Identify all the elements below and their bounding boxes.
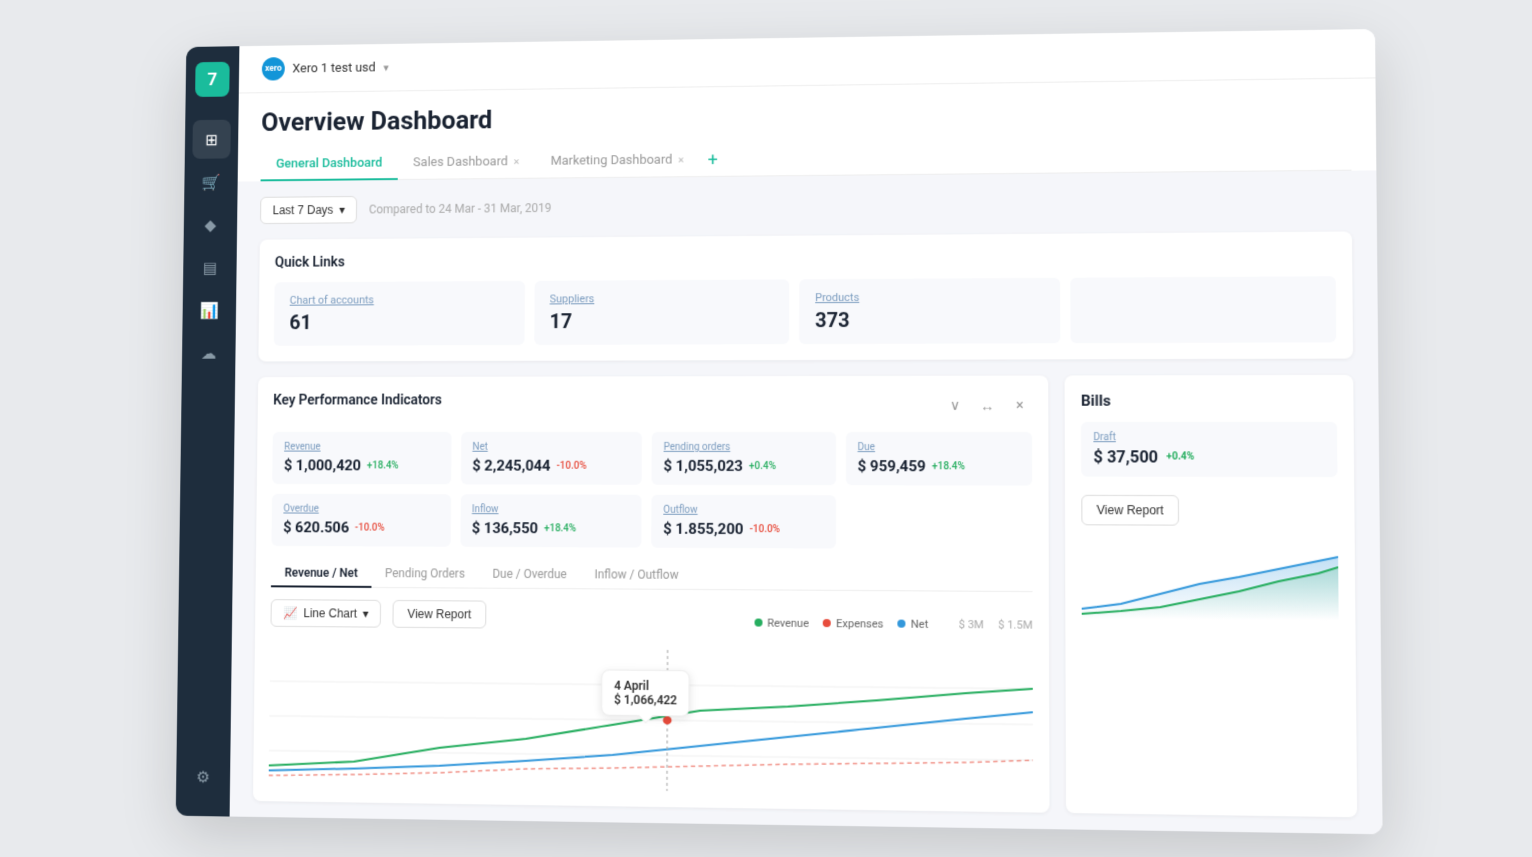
company-name: Xero 1 test usd [292,60,375,76]
date-range-label: Last 7 Days [273,203,334,217]
company-selector[interactable]: xero Xero 1 test usd ▾ [262,56,389,81]
date-range-button[interactable]: Last 7 Days ▾ [260,196,357,224]
kpi-pending-orders: Pending orders $ 1,055,023 +0.4% [652,432,836,485]
kpi-net: Net $ 2,245,044 -10.0% [460,432,641,485]
kpi-revenue: Revenue $ 1,000,420 +18.4% [272,432,451,484]
bills-mini-chart [1081,537,1338,620]
quick-link-products[interactable]: Products 373 [799,278,1060,344]
sidebar-item-inventory[interactable]: ▤ [191,248,230,287]
chart-controls: 📈 Line Chart ▾ View Report [270,599,485,628]
kpi-metrics-grid: Revenue $ 1,000,420 +18.4% Net $ 2,245,0… [271,432,1032,550]
kpi-title: Key Performance Indicators [273,393,442,409]
revenue-legend-dot [754,618,762,626]
kpi-section: Key Performance Indicators ∨ ↔ × Revenue… [253,376,1050,813]
close-marketing-tab-icon[interactable]: × [678,154,684,167]
page-title: Overview Dashboard [261,95,1351,138]
sidebar: 7 ⊞ 🛒 ◆ ▤ 📊 ☁ ⚙ [176,46,240,816]
close-sales-tab-icon[interactable]: × [514,155,520,168]
quick-links-title: Quick Links [275,248,1336,271]
quick-link-extra [1070,276,1336,343]
kpi-inflow: Inflow $ 136,550 +18.4% [460,494,642,547]
chevron-down-icon: ▾ [383,61,388,74]
kpi-overdue: Overdue $ 620.506 -10.0% [271,494,450,547]
tab-pending-orders[interactable]: Pending Orders [371,560,479,588]
tab-inflow-outflow[interactable]: Inflow / Outflow [581,561,693,590]
kpi-collapse-button[interactable]: ∨ [943,394,967,418]
main-content: xero Xero 1 test usd ▾ Overview Dashboar… [230,29,1383,834]
chart-type-chevron-icon: ▾ [363,607,369,621]
expenses-legend-dot [823,619,831,627]
sidebar-item-cloud[interactable]: ☁ [189,333,228,372]
quick-link-chart-of-accounts[interactable]: Chart of accounts 61 [274,281,525,346]
date-chevron-icon: ▾ [339,203,345,217]
chart-tooltip: 4 April $ 1,066,422 [601,669,690,716]
chart-type-button[interactable]: 📈 Line Chart ▾ [270,599,381,628]
bills-draft-value: $ 37,500 [1093,447,1158,466]
date-filter-row: Last 7 Days ▾ Compared to 24 Mar - 31 Ma… [260,187,1352,224]
tab-sales-dashboard[interactable]: Sales Dashboard × [398,146,535,180]
net-legend-dot [898,620,906,628]
bills-title: Bills [1081,391,1337,410]
bills-panel: Bills Draft $ 37,500 +0.4% View Report [1065,375,1358,817]
sidebar-item-dashboard[interactable]: ⊞ [192,120,230,159]
bills-draft-label[interactable]: Draft [1093,432,1324,443]
legend-revenue: Revenue [754,616,809,630]
bills-view-report-button[interactable]: View Report [1081,495,1179,526]
quick-links-section: Quick Links Chart of accounts 61 Supplie… [258,231,1353,361]
kpi-outflow: Outflow $ 1.855,200 -10.0% [651,495,835,549]
kpi-expand-button[interactable]: ↔ [975,394,999,418]
bills-draft-item: Draft $ 37,500 +0.4% [1081,422,1337,477]
sidebar-item-analytics[interactable]: 📊 [190,290,229,329]
sidebar-item-orders[interactable]: 🛒 [192,162,231,201]
xero-logo: xero [262,57,285,81]
sidebar-item-tags[interactable]: ◆ [191,205,230,244]
tab-marketing-dashboard[interactable]: Marketing Dashboard × [535,144,700,178]
tab-revenue-net[interactable]: Revenue / Net [271,560,372,588]
kpi-chart-tabs: Revenue / Net Pending Orders Due / Overd… [271,560,1033,592]
content-area: Last 7 Days ▾ Compared to 24 Mar - 31 Ma… [230,170,1383,834]
chart-legend: Revenue Expenses Net $ 3M $ 1.5 [754,616,1032,631]
dashboard-header: Overview Dashboard General Dashboard Sal… [238,78,1377,181]
kpi-chart-area: 4 April $ 1,066,422 [269,647,1033,797]
quick-link-suppliers[interactable]: Suppliers 17 [534,279,789,345]
legend-net: Net [898,617,929,630]
kpi-header: Key Performance Indicators ∨ ↔ × [273,392,1032,420]
sidebar-item-settings[interactable]: ⚙ [184,756,223,796]
compare-date-text: Compared to 24 Mar - 31 Mar, 2019 [369,201,552,216]
add-tab-button[interactable]: + [700,146,726,175]
tab-due-overdue[interactable]: Due / Overdue [479,561,581,589]
bills-draft-badge: +0.4% [1166,451,1194,462]
legend-expenses: Expenses [823,616,883,630]
kpi-controls: ∨ ↔ × [943,394,1032,418]
kpi-view-report-button[interactable]: View Report [393,600,486,629]
kpi-close-button[interactable]: × [1008,394,1032,418]
y-axis-label-1-5m: $ 1.5M [998,618,1033,631]
line-chart-icon: 📈 [283,606,298,620]
quick-links-grid: Chart of accounts 61 Suppliers 17 Produc… [274,276,1336,346]
main-two-col: Key Performance Indicators ∨ ↔ × Revenue… [253,375,1357,817]
tab-general-dashboard[interactable]: General Dashboard [261,148,398,182]
y-axis-label-3m: $ 3M [959,617,984,630]
app-logo: 7 [195,62,230,97]
kpi-due: Due $ 959,459 +18.4% [846,432,1033,486]
